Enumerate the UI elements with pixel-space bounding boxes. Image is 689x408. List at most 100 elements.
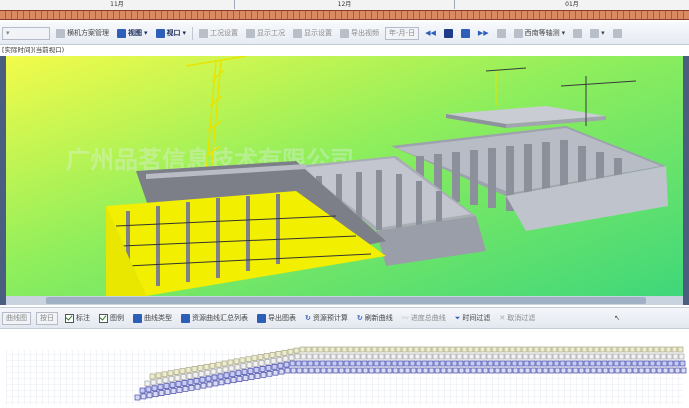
curve-cell bbox=[462, 353, 469, 360]
curve-cell bbox=[463, 360, 470, 367]
scheme-dropdown[interactable]: ▾ bbox=[2, 26, 50, 40]
layer-button[interactable]: ▾ bbox=[588, 28, 607, 39]
legend-checkbox[interactable]: 图例 bbox=[97, 312, 126, 324]
timeline-month-nov: 11月 bbox=[0, 0, 235, 9]
curve-cell bbox=[509, 346, 516, 353]
grid-icon bbox=[496, 28, 506, 38]
timeline-header: 11月 12月 01月 bbox=[0, 0, 689, 20]
curve-type-select[interactable]: 曲线图 bbox=[2, 311, 31, 325]
curve-cell bbox=[361, 360, 368, 367]
curve-cell bbox=[223, 372, 230, 379]
curve-cell bbox=[252, 361, 259, 367]
curve-cell bbox=[600, 353, 607, 360]
render-button[interactable] bbox=[571, 28, 584, 39]
curve-cell bbox=[461, 346, 468, 353]
curve-cell bbox=[233, 358, 240, 365]
scrollbar-thumb[interactable] bbox=[46, 297, 646, 304]
rewind-button[interactable]: ◀◀ bbox=[423, 28, 438, 38]
curve-cell bbox=[188, 384, 195, 391]
export-chart-button[interactable]: 导出图表 bbox=[255, 312, 298, 324]
viewport-caption: [实际时间](当前视口) bbox=[0, 45, 689, 55]
time-unit-select[interactable]: 按日 bbox=[36, 311, 58, 325]
view-mode-button[interactable]: 西南等轴测 ▾ bbox=[512, 27, 568, 39]
viewport-button[interactable]: 视口 ▾ bbox=[154, 27, 189, 39]
curve-cell bbox=[422, 367, 429, 374]
curve-cell bbox=[516, 353, 523, 360]
show-condition-button[interactable]: 显示工况 bbox=[244, 27, 287, 39]
curve-cell bbox=[168, 376, 175, 382]
curve-cell bbox=[655, 360, 662, 367]
curve-cell bbox=[343, 360, 350, 367]
timeline-day-ticks[interactable] bbox=[0, 10, 689, 20]
curve-cell bbox=[578, 367, 585, 374]
export-video-button[interactable]: 导出视频 bbox=[338, 27, 381, 39]
resource-list-button[interactable]: 资源曲线汇总列表 bbox=[179, 312, 250, 324]
curve-cell bbox=[434, 367, 441, 374]
view-button[interactable]: 视图 ▾ bbox=[115, 27, 150, 39]
curve-cell bbox=[403, 360, 410, 367]
time-filter-button[interactable]: ⏷ 时间过滤 bbox=[453, 312, 493, 324]
extra-button[interactable] bbox=[611, 28, 624, 39]
curve-cell bbox=[464, 367, 471, 374]
curve-cell bbox=[263, 353, 270, 359]
curve-cell bbox=[318, 353, 325, 360]
curve-cell bbox=[275, 351, 282, 357]
progress-curve-button[interactable]: 〰进度总曲线 bbox=[400, 312, 448, 324]
curve-cell bbox=[619, 360, 626, 367]
curve-cell bbox=[511, 360, 518, 367]
curve-cell bbox=[386, 367, 393, 374]
curve-cell bbox=[601, 360, 608, 367]
curve-cell bbox=[540, 353, 547, 360]
curve-cell bbox=[522, 353, 529, 360]
curve-cell bbox=[221, 360, 228, 367]
curve-cell bbox=[437, 346, 444, 353]
curve-cell bbox=[479, 346, 486, 353]
forward-button[interactable]: ▶▶ bbox=[476, 28, 491, 38]
curve-cell bbox=[306, 353, 313, 360]
curve-cell bbox=[493, 360, 500, 367]
curve-cell bbox=[491, 346, 498, 353]
curve-cell bbox=[145, 386, 152, 393]
curve-cell bbox=[175, 381, 182, 387]
curve-cell bbox=[397, 360, 404, 367]
curve-cell bbox=[503, 346, 510, 353]
curve-cell bbox=[341, 346, 348, 353]
display-settings-button[interactable]: 显示设置 bbox=[291, 27, 334, 39]
pause-button[interactable] bbox=[442, 28, 455, 39]
curve-cell bbox=[614, 367, 621, 374]
curve-cell bbox=[560, 367, 567, 374]
export-video-icon bbox=[340, 28, 350, 38]
curve-cell bbox=[156, 378, 163, 385]
stop-button[interactable] bbox=[459, 28, 472, 39]
curve-cell bbox=[410, 367, 417, 374]
curve-type-button[interactable]: 曲线类型 bbox=[131, 312, 174, 324]
precompute-button[interactable]: ↻ 资源预计算 bbox=[303, 312, 350, 324]
curve-cell bbox=[139, 387, 146, 394]
curve-cell bbox=[668, 367, 675, 374]
mark-checkbox[interactable]: 标注 bbox=[63, 312, 92, 324]
curve-cell bbox=[289, 360, 296, 367]
curve-cell bbox=[152, 391, 159, 398]
cancel-filter-button[interactable]: ✕ 取消过滤 bbox=[497, 312, 537, 324]
resource-curve-chart[interactable] bbox=[0, 330, 689, 405]
date-format-select[interactable]: 年-月-日 bbox=[385, 26, 420, 40]
condition-settings-button[interactable]: 工况设置 bbox=[197, 27, 240, 39]
grid-button[interactable] bbox=[495, 28, 508, 39]
curve-cell bbox=[140, 393, 147, 400]
viewport-horizontal-scrollbar[interactable] bbox=[6, 296, 683, 305]
3d-scene[interactable]: 广州品茗信息技术有限公司 bbox=[6, 56, 683, 296]
curve-cell bbox=[179, 368, 186, 374]
curve-cell bbox=[347, 346, 354, 353]
curve-cell bbox=[563, 346, 570, 353]
curve-cell bbox=[505, 360, 512, 367]
curve-cell bbox=[259, 366, 266, 372]
curve-cell bbox=[630, 353, 637, 360]
3d-viewport[interactable]: 广州品茗信息技术有限公司 bbox=[6, 56, 683, 296]
refresh-curve-button[interactable]: ↻ 刷新曲线 bbox=[355, 312, 395, 324]
curve-cell bbox=[589, 360, 596, 367]
scheme-button[interactable]: 横机方案管理 bbox=[54, 27, 111, 39]
curve-cell bbox=[348, 353, 355, 360]
curve-cell bbox=[151, 385, 158, 392]
curve-cell bbox=[618, 353, 625, 360]
curve-cell bbox=[362, 367, 369, 374]
